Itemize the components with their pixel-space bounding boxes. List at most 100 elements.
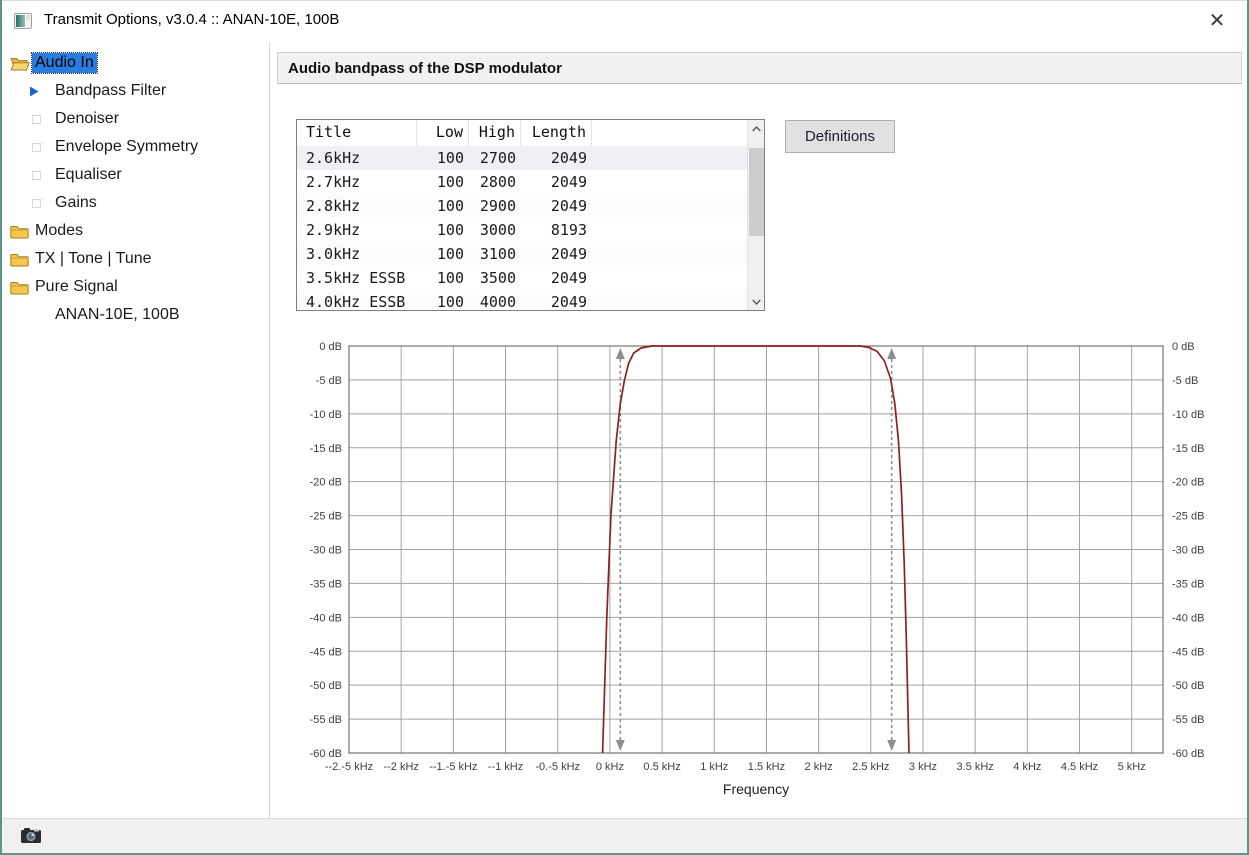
y-tick-label-right: -45 dB [1172,646,1204,658]
filter-row-2-9khz[interactable]: 2.9kHz10030008193 [297,218,764,242]
chevron-up-icon[interactable] [748,120,765,137]
y-tick-label-left: -15 dB [310,443,342,455]
y-tick-label-right: -30 dB [1172,545,1204,557]
x-tick-label: 3 kHz [909,761,937,773]
sidebar-item-envelope-symmetry[interactable]: Envelope Symmetry [2,133,269,161]
cell-title: 2.8kHz [297,194,417,218]
y-tick-label-left: -60 dB [310,748,342,760]
cell-title: 3.0kHz [297,242,417,266]
column-header-low[interactable]: Low [417,120,469,146]
cell-length: 2049 [521,170,592,194]
cell-fill [592,194,764,218]
chart-canvas: 0 dB0 dB-5 dB-5 dB-10 dB-10 dB-15 dB-15 … [300,330,1210,815]
cell-length: 2049 [521,242,592,266]
cell-high: 2700 [469,146,521,170]
filter-row-2-7khz[interactable]: 2.7kHz10028002049 [297,170,764,194]
sidebar-item-label: Pure Signal [32,277,121,297]
cell-low: 100 [417,194,469,218]
cell-low: 100 [417,170,469,194]
cell-fill [592,266,764,290]
filter-row-2-8khz[interactable]: 2.8kHz10029002049 [297,194,764,218]
title-bar[interactable]: Transmit Options, v3.0.4 :: ANAN-10E, 10… [2,1,1247,42]
y-tick-label-left: -30 dB [310,545,342,557]
cell-high: 3500 [469,266,521,290]
camera-icon[interactable] [20,826,42,844]
window-border-left [0,0,2,855]
filter-row-3-5khz-essb[interactable]: 3.5kHz ESSB10035002049 [297,266,764,290]
sidebar-item-bandpass-filter[interactable]: Bandpass Filter [2,77,269,105]
arrow-up-icon [616,348,625,359]
column-header-title[interactable]: Title [297,120,417,146]
sidebar-item-modes[interactable]: Modes [2,217,269,245]
cell-high: 4000 [469,290,521,311]
sidebar-tree: Audio InBandpass FilterDenoiserEnvelope … [2,42,270,818]
y-tick-label-left: -25 dB [310,511,342,523]
sidebar-item-equaliser[interactable]: Equaliser [2,161,269,189]
y-tick-label-right: 0 dB [1172,341,1195,353]
window-title: Transmit Options, v3.0.4 :: ANAN-10E, 10… [44,11,339,28]
folder-icon [10,252,32,267]
x-tick-label: 1.5 kHz [748,761,785,773]
column-header-filler [592,120,764,146]
cell-low: 100 [417,146,469,170]
table-scrollbar[interactable] [747,120,764,310]
app-icon [14,13,32,29]
y-tick-label-left: -10 dB [310,409,342,421]
scrollbar-thumb[interactable] [749,148,764,236]
y-tick-label-left: -45 dB [310,646,342,658]
x-tick-label: --1 kHz [488,761,523,773]
window-border-top [0,0,1249,1]
x-tick-label: 3.5 kHz [957,761,994,773]
cell-fill [592,146,764,170]
y-tick-label-left: -5 dB [316,375,342,387]
y-tick-label-right: -35 dB [1172,578,1204,590]
sidebar-item-pure-signal[interactable]: Pure Signal [2,273,269,301]
sidebar-item-tx-tone-tune[interactable]: TX | Tone | Tune [2,245,269,273]
column-header-high[interactable]: High [469,120,521,146]
filter-row-4-0khz-essb[interactable]: 4.0kHz ESSB10040002049 [297,290,764,311]
sidebar-item-label: ANAN-10E, 100B [52,305,183,325]
y-tick-label-left: -20 dB [310,477,342,489]
y-tick-label-right: -60 dB [1172,748,1204,760]
cell-high: 2800 [469,170,521,194]
sidebar-item-gains[interactable]: Gains [2,189,269,217]
y-tick-label-left: -35 dB [310,578,342,590]
cell-low: 100 [417,266,469,290]
x-tick-label: 2.5 kHz [852,761,889,773]
square-icon [30,199,52,208]
arrow-down-icon [887,740,896,751]
filter-row-2-6khz[interactable]: 2.6kHz10027002049 [297,146,764,170]
definitions-button[interactable]: Definitions [785,120,895,153]
y-tick-label-right: -40 dB [1172,612,1204,624]
column-header-length[interactable]: Length [521,120,592,146]
cell-title: 4.0kHz ESSB [297,290,417,311]
y-tick-label-right: -25 dB [1172,511,1204,523]
y-tick-label-left: -40 dB [310,612,342,624]
status-bar [2,818,1247,853]
filter-row-3-0khz[interactable]: 3.0kHz10031002049 [297,242,764,266]
x-tick-label: 4.5 kHz [1061,761,1098,773]
sidebar-item-label: Equaliser [52,165,125,185]
x-axis-title: Frequency [723,781,789,797]
cell-length: 2049 [521,146,592,170]
x-tick-label: --2 kHz [383,761,418,773]
x-tick-label: 4 kHz [1013,761,1041,773]
table-header-row: TitleLowHighLength [297,120,764,146]
sidebar-item-audio-in[interactable]: Audio In [2,49,269,77]
cell-length: 8193 [521,218,592,242]
sidebar-item-denoiser[interactable]: Denoiser [2,105,269,133]
chevron-down-icon[interactable] [748,293,765,310]
cell-low: 100 [417,242,469,266]
cell-title: 2.7kHz [297,170,417,194]
y-tick-label-right: -5 dB [1172,375,1198,387]
folder-icon [10,224,32,239]
cell-length: 2049 [521,290,592,311]
cell-title: 2.6kHz [297,146,417,170]
sidebar-item-anan-10e-100b[interactable]: ANAN-10E, 100B [2,301,269,329]
arrow-up-icon [887,348,896,359]
square-icon [30,171,52,180]
cell-title: 3.5kHz ESSB [297,266,417,290]
close-icon[interactable]: ✕ [1203,7,1231,35]
x-tick-label: 0.5 kHz [643,761,680,773]
x-tick-label: 0 kHz [596,761,624,773]
